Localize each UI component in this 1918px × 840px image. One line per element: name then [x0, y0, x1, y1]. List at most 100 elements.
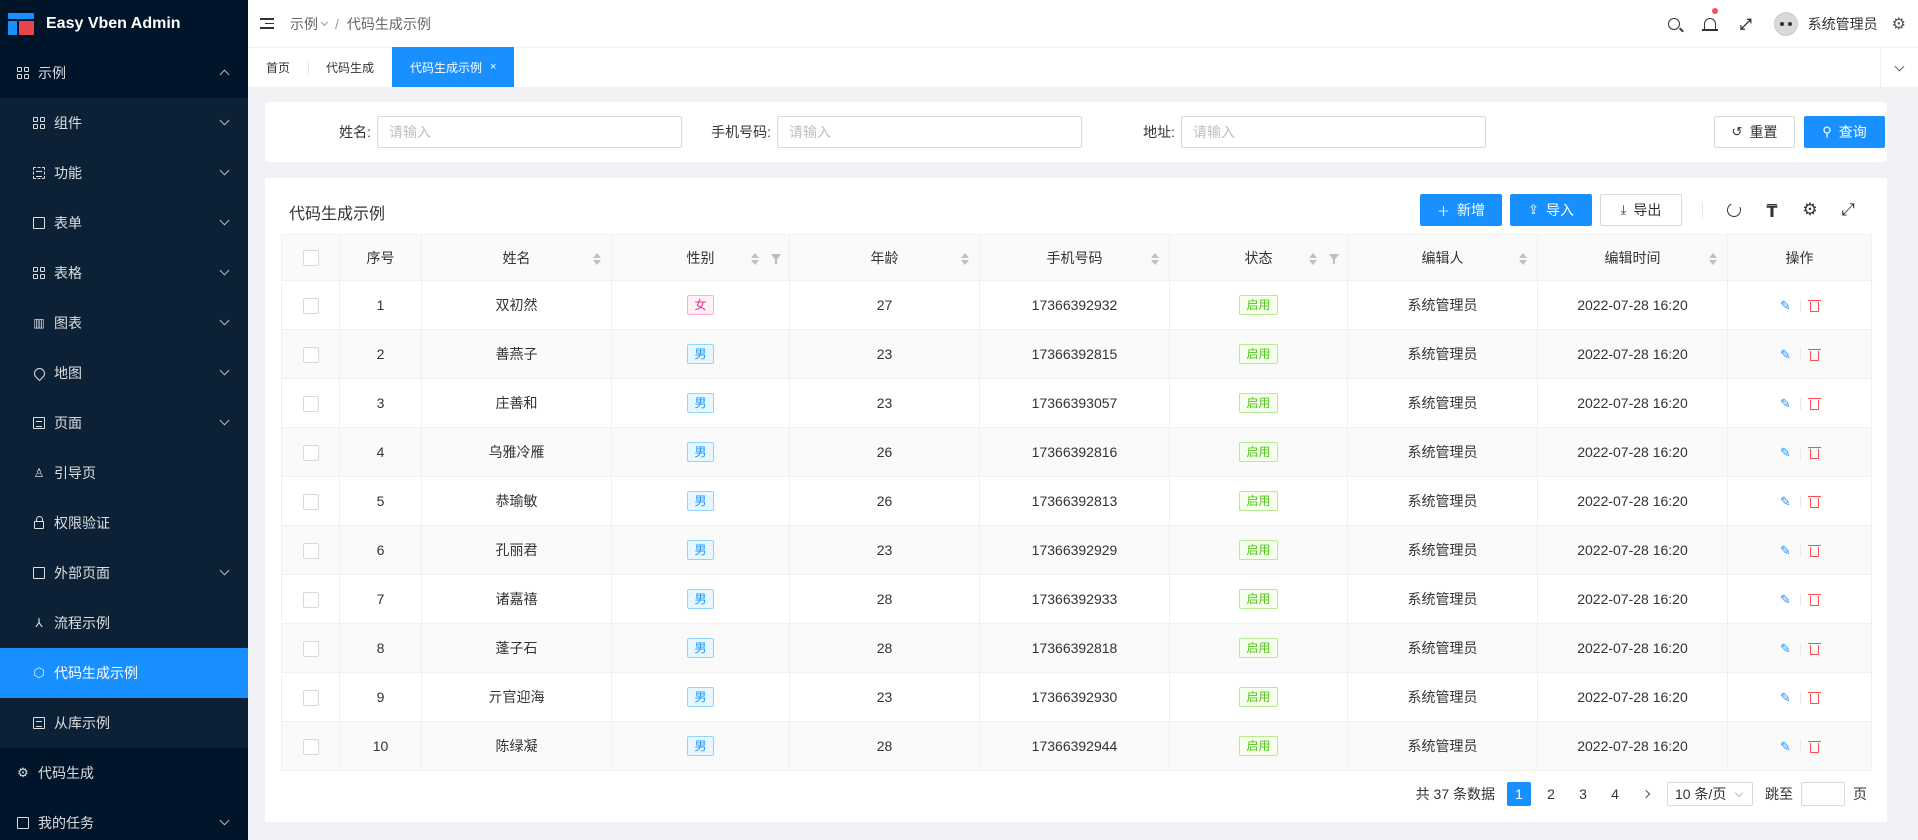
column-height-icon[interactable]: T	[1753, 194, 1791, 226]
sidebar-item[interactable]: 表单	[0, 198, 248, 248]
delete-icon[interactable]	[1807, 642, 1821, 655]
sort-icon[interactable]	[751, 253, 759, 265]
column-header-time[interactable]: 编辑时间	[1537, 234, 1728, 281]
sort-icon[interactable]	[1709, 253, 1717, 265]
filter-icon[interactable]	[771, 254, 781, 264]
column-header-age[interactable]: 年龄	[789, 234, 980, 281]
edit-icon[interactable]: ✎	[1780, 347, 1791, 363]
delete-icon[interactable]	[1807, 348, 1821, 361]
sidebar-item[interactable]: ♙ 引导页	[0, 448, 248, 498]
notification-bell-icon[interactable]	[1692, 0, 1728, 48]
breadcrumb-item-examples[interactable]: 示例	[290, 14, 318, 34]
delete-icon[interactable]	[1807, 593, 1821, 606]
page-3[interactable]: 3	[1571, 782, 1595, 806]
edit-icon[interactable]: ✎	[1780, 396, 1791, 412]
row-checkbox[interactable]	[302, 640, 319, 657]
table-fullscreen-icon[interactable]: ⤢	[1829, 194, 1867, 226]
sort-icon[interactable]	[1519, 253, 1527, 265]
fullscreen-icon[interactable]: ⤢	[1728, 0, 1764, 48]
menu-fold-icon[interactable]	[260, 18, 274, 29]
page-2[interactable]: 2	[1539, 782, 1563, 806]
table-row[interactable]: 10 陈绿凝 男 28 17366392944 启用 系统管理员 2022-07-28 16:…	[281, 721, 1872, 771]
sidebar-item[interactable]: ▥ 图表	[0, 298, 248, 348]
refresh-icon[interactable]	[1715, 194, 1753, 226]
delete-icon[interactable]	[1807, 397, 1821, 410]
column-settings-gear-icon[interactable]: ⚙	[1791, 194, 1829, 226]
tab-close-icon[interactable]: ×	[490, 61, 496, 73]
edit-icon[interactable]: ✎	[1780, 739, 1791, 755]
tab-code-gen[interactable]: 代码生成	[308, 47, 392, 87]
table-row[interactable]: 9 亓官迎海 男 23 17366392930 启用 系统管理员 2022-07-28 16:…	[281, 672, 1872, 722]
table-row[interactable]: 2 善燕子 男 23 17366392815 启用 系统管理员 2022-07-28 16:2…	[281, 329, 1872, 379]
sidebar-item[interactable]: 示例	[0, 48, 248, 98]
table-row[interactable]: 4 乌雅冷雁 男 26 17366392816 启用 系统管理员 2022-07-28 16:…	[281, 427, 1872, 477]
table-row[interactable]: 1 双初然 女 27 17366392932 启用 系统管理员 2022-07-28 16:2…	[281, 280, 1872, 330]
table-row[interactable]: 7 诸嘉禧 男 28 17366392933 启用 系统管理员 2022-07-28 16:2…	[281, 574, 1872, 624]
filter-icon[interactable]	[1329, 254, 1339, 264]
page-size-select[interactable]: 10 条/页	[1667, 782, 1753, 806]
column-header-phone[interactable]: 手机号码	[979, 234, 1170, 281]
sidebar-item[interactable]: 地图	[0, 348, 248, 398]
reset-button[interactable]: ↺ 重置	[1714, 116, 1795, 148]
sidebar-item[interactable]: 功能	[0, 148, 248, 198]
address-input[interactable]	[1181, 116, 1486, 148]
sidebar-item[interactable]: 组件	[0, 98, 248, 148]
app-logo[interactable]: Easy Vben Admin	[0, 0, 248, 48]
row-checkbox[interactable]	[302, 591, 319, 608]
edit-icon[interactable]: ✎	[1780, 445, 1791, 461]
edit-icon[interactable]: ✎	[1780, 690, 1791, 706]
sidebar-item[interactable]: 外部页面	[0, 548, 248, 598]
tabs-dropdown-icon[interactable]	[1880, 48, 1918, 88]
column-header-gender[interactable]: 性别	[611, 234, 790, 281]
sidebar-item[interactable]: ⬡ 代码生成示例	[0, 648, 248, 698]
sidebar-item[interactable]: ⚙ 代码生成	[0, 748, 248, 798]
query-button[interactable]: ⚲ 查询	[1804, 116, 1885, 148]
row-checkbox[interactable]	[302, 444, 319, 461]
select-all-checkbox[interactable]	[302, 250, 319, 267]
edit-icon[interactable]: ✎	[1780, 494, 1791, 510]
search-icon[interactable]	[1656, 0, 1692, 48]
sidebar-item[interactable]: 从库示例	[0, 698, 248, 748]
column-header-editor[interactable]: 编辑人	[1347, 234, 1538, 281]
sort-icon[interactable]	[1309, 253, 1317, 265]
row-checkbox[interactable]	[302, 689, 319, 706]
row-checkbox[interactable]	[302, 738, 319, 755]
export-button[interactable]: ⤓ 导出	[1600, 194, 1682, 226]
table-row[interactable]: 8 蓬子石 男 28 17366392818 启用 系统管理员 2022-07-28 16:2…	[281, 623, 1872, 673]
table-row[interactable]: 5 恭瑜敏 男 26 17366392813 启用 系统管理员 2022-07-28 16:2…	[281, 476, 1872, 526]
sort-icon[interactable]	[961, 253, 969, 265]
edit-icon[interactable]: ✎	[1780, 641, 1791, 657]
page-1[interactable]: 1	[1507, 782, 1531, 806]
table-row[interactable]: 6 孔丽君 男 23 17366392929 启用 系统管理员 2022-07-28 16:2…	[281, 525, 1872, 575]
delete-icon[interactable]	[1807, 495, 1821, 508]
delete-icon[interactable]	[1807, 691, 1821, 704]
sidebar-item[interactable]: 我的任务	[0, 798, 248, 840]
tab-code-gen-example[interactable]: 代码生成示例 ×	[392, 47, 515, 87]
edit-icon[interactable]: ✎	[1780, 592, 1791, 608]
row-checkbox[interactable]	[302, 297, 319, 314]
row-checkbox[interactable]	[302, 542, 319, 559]
tab-home[interactable]: 首页	[248, 47, 308, 87]
delete-icon[interactable]	[1807, 446, 1821, 459]
phone-input[interactable]	[777, 116, 1082, 148]
edit-icon[interactable]: ✎	[1780, 298, 1791, 314]
next-page-icon[interactable]	[1635, 782, 1659, 806]
user-dropdown[interactable]: 系统管理员	[1773, 12, 1878, 36]
sidebar-item[interactable]: 页面	[0, 398, 248, 448]
column-header-status[interactable]: 状态	[1169, 234, 1348, 281]
row-checkbox[interactable]	[302, 395, 319, 412]
column-header-name[interactable]: 姓名	[421, 234, 612, 281]
sort-icon[interactable]	[593, 253, 601, 265]
delete-icon[interactable]	[1807, 544, 1821, 557]
page-4[interactable]: 4	[1603, 782, 1627, 806]
edit-icon[interactable]: ✎	[1780, 543, 1791, 559]
jump-page-input[interactable]	[1801, 782, 1845, 806]
sidebar-item[interactable]: 表格	[0, 248, 248, 298]
add-button[interactable]: ＋ 新增	[1420, 194, 1502, 226]
import-button[interactable]: ⇪ 导入	[1510, 194, 1592, 226]
sidebar-item[interactable]: 权限验证	[0, 498, 248, 548]
table-row[interactable]: 3 庄善和 男 23 17366393057 启用 系统管理员 2022-07-28 16:2…	[281, 378, 1872, 428]
delete-icon[interactable]	[1807, 740, 1821, 753]
row-checkbox[interactable]	[302, 493, 319, 510]
name-input[interactable]	[377, 116, 682, 148]
